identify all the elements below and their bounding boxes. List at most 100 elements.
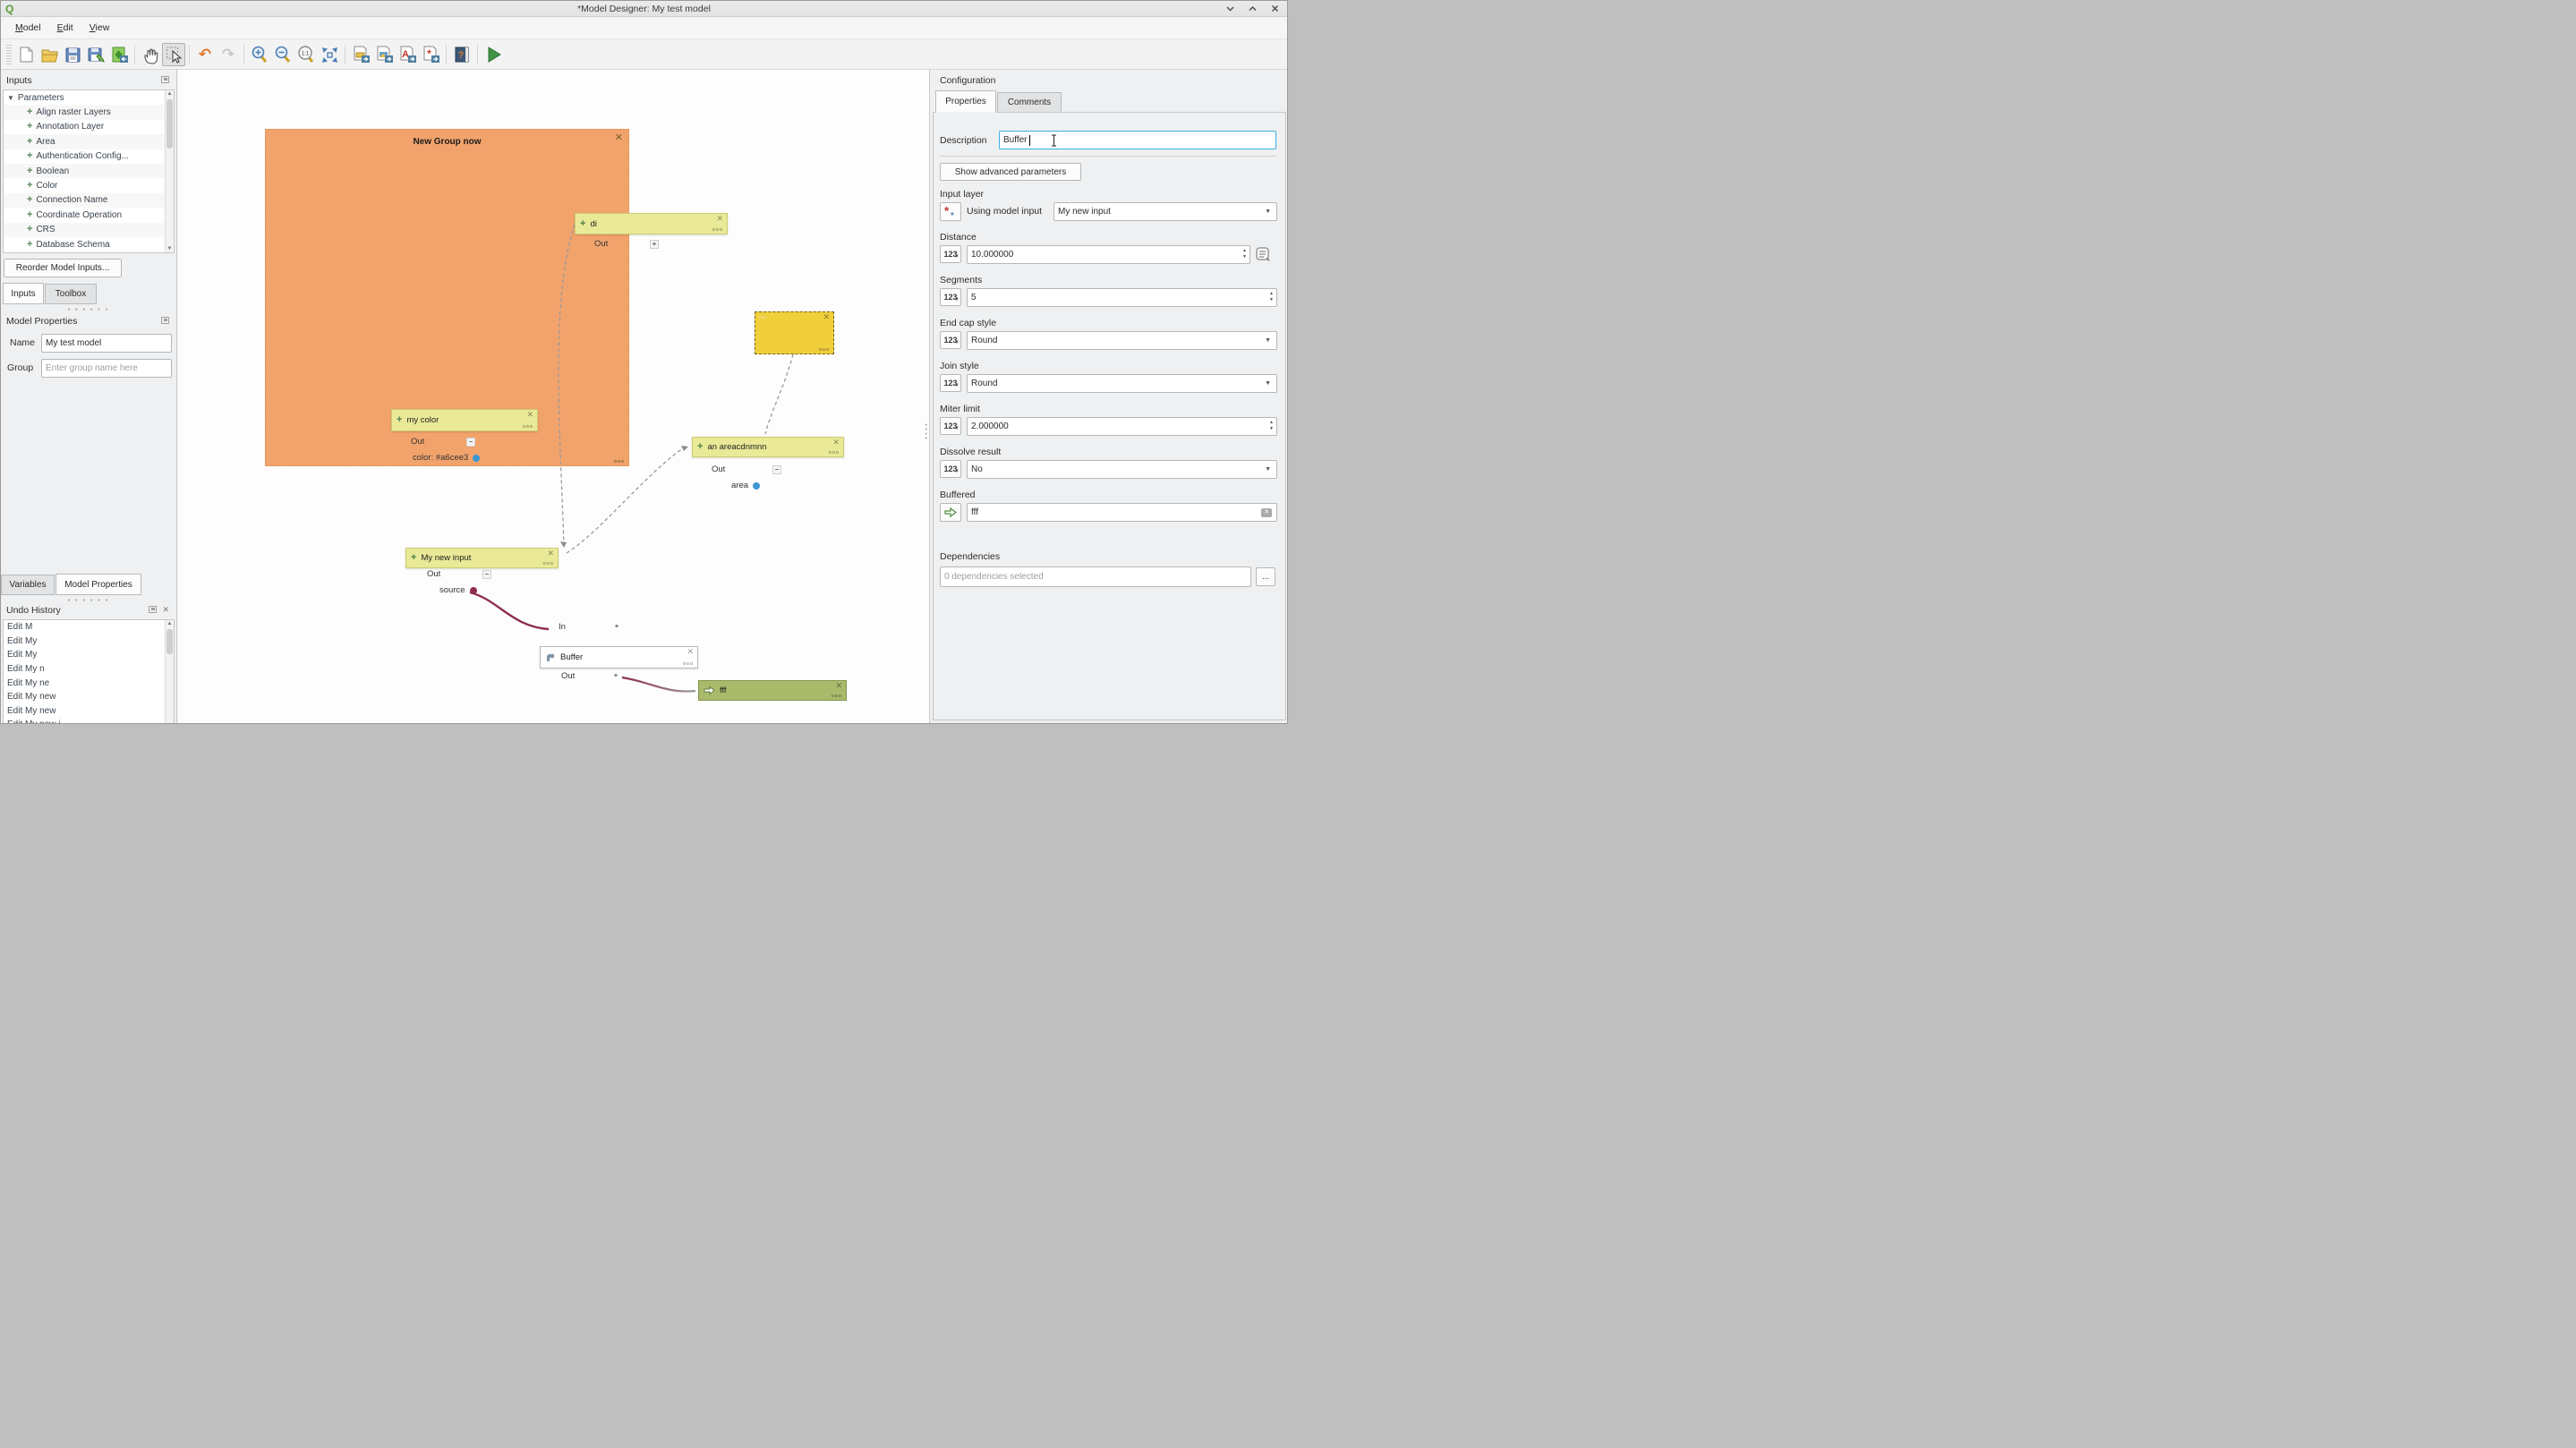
tree-item[interactable]: +Boolean [4, 164, 174, 178]
tree-item[interactable]: +Database Schema [4, 237, 174, 251]
data-type-123-button[interactable]: 123▼ [940, 417, 961, 435]
redo-icon[interactable]: ↷ [217, 43, 240, 66]
export-pdf-icon[interactable] [372, 43, 396, 66]
dependencies-input[interactable]: 0 dependencies selected [940, 566, 1251, 587]
node-buffer[interactable]: Buffer ✕ ooo [540, 646, 698, 669]
tab-comments[interactable]: Comments [997, 92, 1062, 113]
undo-item[interactable]: Edit My new i [4, 718, 174, 724]
resize-handle-icon[interactable]: ooo [829, 451, 840, 456]
float-panel-icon[interactable] [161, 76, 169, 83]
show-advanced-parameters-button[interactable]: Show advanced parameters [940, 163, 1081, 181]
tree-root-parameters[interactable]: ▼Parameters [4, 90, 174, 105]
tab-variables[interactable]: Variables [1, 575, 55, 595]
resize-handle-icon[interactable]: ooo [832, 694, 842, 699]
zoom-full-icon[interactable] [318, 43, 341, 66]
clear-text-icon[interactable]: ✕ [1261, 508, 1272, 517]
undo-item[interactable]: Edit My [4, 648, 174, 662]
save-model-as-icon[interactable] [84, 43, 107, 66]
join-style-combo[interactable]: Round ▼ [967, 374, 1277, 393]
model-canvas[interactable]: New Group now ✕ ooo + di ✕ ooo [178, 70, 929, 724]
node-an-areacdnmnn[interactable]: + an areacdnmnn ✕ ooo [692, 437, 844, 457]
spinner-arrows[interactable]: ▲▼ [1242, 248, 1247, 260]
resize-handle-icon[interactable]: ooo [712, 228, 723, 233]
undo-icon[interactable]: ↶ [193, 43, 217, 66]
minimize-icon[interactable] [1225, 4, 1235, 13]
undo-item[interactable]: Edit My [4, 635, 174, 649]
resize-handle-icon[interactable]: ooo [819, 348, 830, 353]
remove-node-icon[interactable]: ✕ [526, 411, 533, 419]
data-type-123-button[interactable]: 123▼ [940, 374, 961, 392]
tree-item[interactable]: +Area [4, 134, 174, 149]
help-icon[interactable]: ? [450, 43, 473, 66]
node-xzc[interactable]: xzc ✕ ooo [755, 311, 834, 354]
save-model-icon[interactable] [61, 43, 84, 66]
output-socket-icon[interactable] [753, 482, 760, 490]
menu-edit[interactable]: Edit [51, 20, 80, 36]
end-cap-style-combo[interactable]: Round ▼ [967, 331, 1277, 350]
node-di[interactable]: + di ✕ ooo [575, 213, 728, 234]
resize-handle-icon[interactable]: ooo [543, 562, 554, 566]
export-script-icon[interactable]: * [419, 43, 442, 66]
description-input[interactable]: Buffer [999, 131, 1276, 149]
buffered-output-input[interactable]: fff ✕ [967, 503, 1277, 522]
export-image-icon[interactable] [349, 43, 372, 66]
model-group-input[interactable]: Enter group name here [41, 359, 172, 378]
remove-node-icon[interactable]: ✕ [823, 313, 830, 321]
data-type-123-button[interactable]: 123▼ [940, 245, 961, 263]
collapse-outputs-toggle[interactable]: − [772, 465, 781, 474]
select-icon[interactable] [162, 43, 185, 66]
tree-item[interactable]: +Color [4, 178, 174, 192]
output-type-button[interactable] [940, 503, 961, 522]
output-socket-icon[interactable] [470, 587, 477, 594]
tab-model-properties[interactable]: Model Properties [55, 574, 141, 595]
browse-dependencies-button[interactable]: ... [1256, 567, 1275, 586]
reorder-model-inputs-button[interactable]: Reorder Model Inputs... [4, 259, 122, 277]
node-my-color[interactable]: + my color ✕ ooo [391, 409, 538, 431]
expand-outputs-toggle[interactable]: + [650, 240, 659, 249]
dock-splitter[interactable]: • • • • • • [1, 308, 176, 313]
open-model-icon[interactable] [38, 43, 61, 66]
tab-properties[interactable]: Properties [935, 90, 996, 113]
tree-item[interactable]: +Authentication Config... [4, 149, 174, 164]
tree-item[interactable]: +CRS [4, 223, 174, 237]
input-layer-combo[interactable]: My new input ▼ [1053, 202, 1277, 221]
undo-item[interactable]: Edit My ne [4, 676, 174, 690]
data-type-123-button[interactable]: 123▼ [940, 460, 961, 478]
data-type-123-button[interactable]: 123▼ [940, 288, 961, 306]
collapse-outputs-toggle[interactable]: − [466, 438, 475, 447]
remove-node-icon[interactable]: ✕ [547, 549, 554, 558]
export-svg-icon[interactable]: A [396, 43, 419, 66]
collapse-outputs-toggle[interactable]: − [482, 570, 491, 579]
expand-inputs-toggle[interactable]: + [612, 623, 621, 632]
tree-item[interactable]: +Align raster Layers [4, 105, 174, 119]
new-model-icon[interactable] [14, 43, 38, 66]
save-in-project-icon[interactable] [107, 43, 131, 66]
close-icon[interactable] [1270, 4, 1280, 13]
zoom-actual-icon[interactable]: 1:1 [294, 43, 318, 66]
toolbar-grip[interactable] [6, 45, 12, 64]
iterate-layer-button[interactable]: ** [940, 202, 961, 221]
expand-caret-icon[interactable]: ▼ [7, 94, 14, 102]
undo-item[interactable]: Edit My new [4, 690, 174, 704]
node-fff[interactable]: fff ✕ ooo [698, 680, 847, 701]
tree-item[interactable]: +Connection Name [4, 193, 174, 208]
tree-item[interactable]: +Coordinate Operation [4, 208, 174, 222]
miter-limit-input[interactable]: 2.000000 ▲▼ [967, 417, 1277, 436]
float-panel-icon[interactable] [149, 606, 157, 613]
undo-scrollbar[interactable]: ▲ [165, 620, 174, 723]
data-defined-override-icon[interactable] [1256, 247, 1272, 267]
model-name-input[interactable]: My test model [41, 334, 172, 353]
remove-node-icon[interactable]: ✕ [832, 439, 840, 447]
tree-item[interactable]: +Annotation Layer [4, 120, 174, 134]
node-my-new-input[interactable]: + My new input ✕ ooo [405, 548, 559, 568]
remove-node-icon[interactable]: ✕ [687, 648, 694, 656]
tab-toolbox[interactable]: Toolbox [45, 284, 97, 304]
panel-splitter[interactable]: •••• [925, 423, 927, 441]
spinner-arrows[interactable]: ▲▼ [1269, 420, 1274, 432]
zoom-out-icon[interactable] [271, 43, 294, 66]
tree-scrollbar[interactable]: ▲▼ [165, 90, 174, 252]
resize-handle-icon[interactable]: ooo [683, 662, 694, 667]
zoom-in-icon[interactable] [248, 43, 271, 66]
run-model-icon[interactable] [482, 43, 505, 66]
close-panel-icon[interactable]: ✕ [162, 606, 169, 614]
